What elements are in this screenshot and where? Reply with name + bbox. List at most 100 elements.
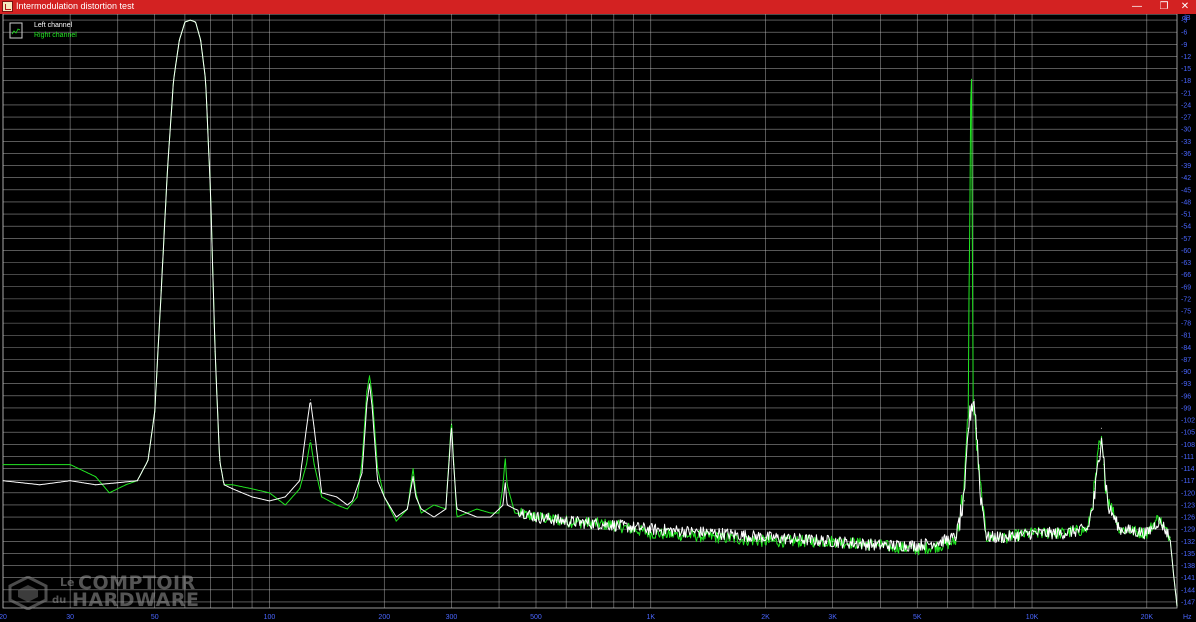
left-channel-point: [1158, 520, 1160, 522]
left-channel-point: [955, 536, 956, 538]
spectrum-chart: -3-6-9-12-15-18-21-24-27-30-33-36-39-42-…: [0, 14, 1196, 622]
left-channel-point: [383, 496, 385, 498]
left-channel-point: [476, 516, 478, 518]
x-tick-label: 5K: [913, 614, 922, 621]
left-channel-point: [448, 460, 450, 461]
y-tick-label: -120: [1181, 490, 1195, 497]
x-tick-label: 2K: [761, 614, 770, 621]
y-tick-label: -117: [1181, 478, 1195, 485]
right-channel-point: [450, 419, 452, 421]
y-tick-label: -138: [1181, 563, 1195, 570]
left-channel-point: [309, 399, 311, 401]
left-channel-point: [232, 488, 233, 490]
y-tick-label: -54: [1181, 224, 1191, 231]
y-tick-label: -141: [1181, 575, 1195, 582]
watermark-logo: Le COMPTOIR du HARDWARE: [8, 572, 199, 612]
y-tick-label: -90: [1181, 369, 1191, 376]
watermark-hardware: HARDWARE: [72, 589, 200, 611]
y-tick-label: -147: [1181, 599, 1195, 606]
right-channel-point: [476, 508, 478, 510]
left-channel-point: [498, 508, 500, 510]
left-channel-point: [979, 488, 981, 490]
y-tick-label: -42: [1181, 175, 1191, 182]
y-tick-label: -21: [1181, 90, 1191, 97]
left-channel-point: [504, 480, 506, 482]
left-channel-point: [535, 516, 537, 518]
left-channel-point: [1119, 528, 1121, 530]
right-channel-point: [321, 496, 323, 498]
x-unit-label: Hz: [1183, 614, 1192, 621]
x-tick-label: 200: [378, 614, 390, 621]
y-tick-label: -108: [1181, 442, 1195, 449]
right-channel-point: [371, 395, 373, 397]
right-channel-point: [336, 504, 338, 506]
x-tick-label: 300: [446, 614, 458, 621]
left-channel-point: [406, 508, 408, 510]
left-channel-point: [1103, 456, 1104, 457]
y-tick-label: -81: [1181, 333, 1191, 340]
left-channel-point: [200, 39, 202, 41]
left-channel-point: [976, 427, 977, 429]
left-channel-point: [1162, 524, 1164, 526]
left-channel-point: [395, 516, 397, 518]
left-channel-point: [613, 524, 615, 526]
left-channel-point: [95, 484, 97, 486]
left-channel-point: [189, 19, 191, 21]
left-channel-point: [420, 508, 422, 510]
left-channel-point: [223, 484, 225, 486]
legend-left-channel: Left channel: [34, 22, 73, 29]
left-channel-point: [195, 21, 197, 23]
right-channel-point: [284, 504, 286, 506]
left-channel-point: [650, 528, 652, 530]
left-channel-point: [154, 411, 156, 413]
left-channel-point: [412, 476, 414, 478]
y-tick-label: -57: [1181, 236, 1191, 243]
left-channel-point: [366, 403, 368, 405]
right-channel-point: [108, 492, 110, 494]
left-channel-point: [986, 536, 988, 538]
right-channel-point: [490, 512, 492, 514]
right-channel-point: [356, 496, 358, 498]
right-channel-point: [39, 464, 41, 466]
left-channel-point: [178, 39, 180, 41]
right-channel-point: [970, 108, 972, 110]
left-channel-point: [445, 508, 447, 510]
left-channel-point: [167, 169, 168, 171]
left-channel-point: [1061, 532, 1063, 534]
left-channel-point: [1100, 427, 1102, 429]
right-channel-point: [346, 508, 348, 510]
left-channel-point: [967, 427, 969, 429]
left-channel-point: [39, 484, 41, 486]
left-channel-point: [456, 508, 458, 510]
left-channel-point: [490, 516, 492, 518]
right-channel-point: [309, 439, 311, 441]
window-title: Intermodulation distortion test: [16, 1, 135, 11]
y-tick-label: -111: [1181, 454, 1194, 461]
left-channel-point: [299, 480, 301, 482]
y-tick-label: -69: [1181, 284, 1191, 291]
left-channel-point: [69, 480, 71, 482]
y-tick-label: -126: [1181, 515, 1195, 522]
left-channel-point: [251, 496, 253, 498]
y-tick-label: -45: [1181, 187, 1191, 194]
right-channel-point: [971, 80, 973, 82]
minimize-button[interactable]: —: [1126, 0, 1148, 14]
left-channel-point: [450, 423, 452, 425]
app-icon: [2, 1, 13, 12]
left-channel-point: [717, 532, 719, 534]
left-channel-point: [184, 21, 186, 23]
left-channel-point: [916, 544, 918, 546]
left-channel-point: [502, 504, 504, 506]
left-channel-point: [321, 492, 323, 494]
y-tick-label: -78: [1181, 321, 1191, 328]
y-tick-label: -18: [1181, 78, 1191, 85]
y-tick-label: -144: [1181, 587, 1195, 594]
y-tick-label: -84: [1181, 345, 1191, 352]
y-tick-label: -99: [1181, 405, 1191, 412]
left-channel-point: [346, 504, 348, 506]
left-channel-point: [351, 500, 353, 502]
left-channel-point: [1087, 528, 1089, 530]
restore-button[interactable]: ❐: [1153, 0, 1175, 14]
close-button[interactable]: ✕: [1174, 0, 1196, 14]
y-tick-label: -66: [1181, 272, 1191, 279]
